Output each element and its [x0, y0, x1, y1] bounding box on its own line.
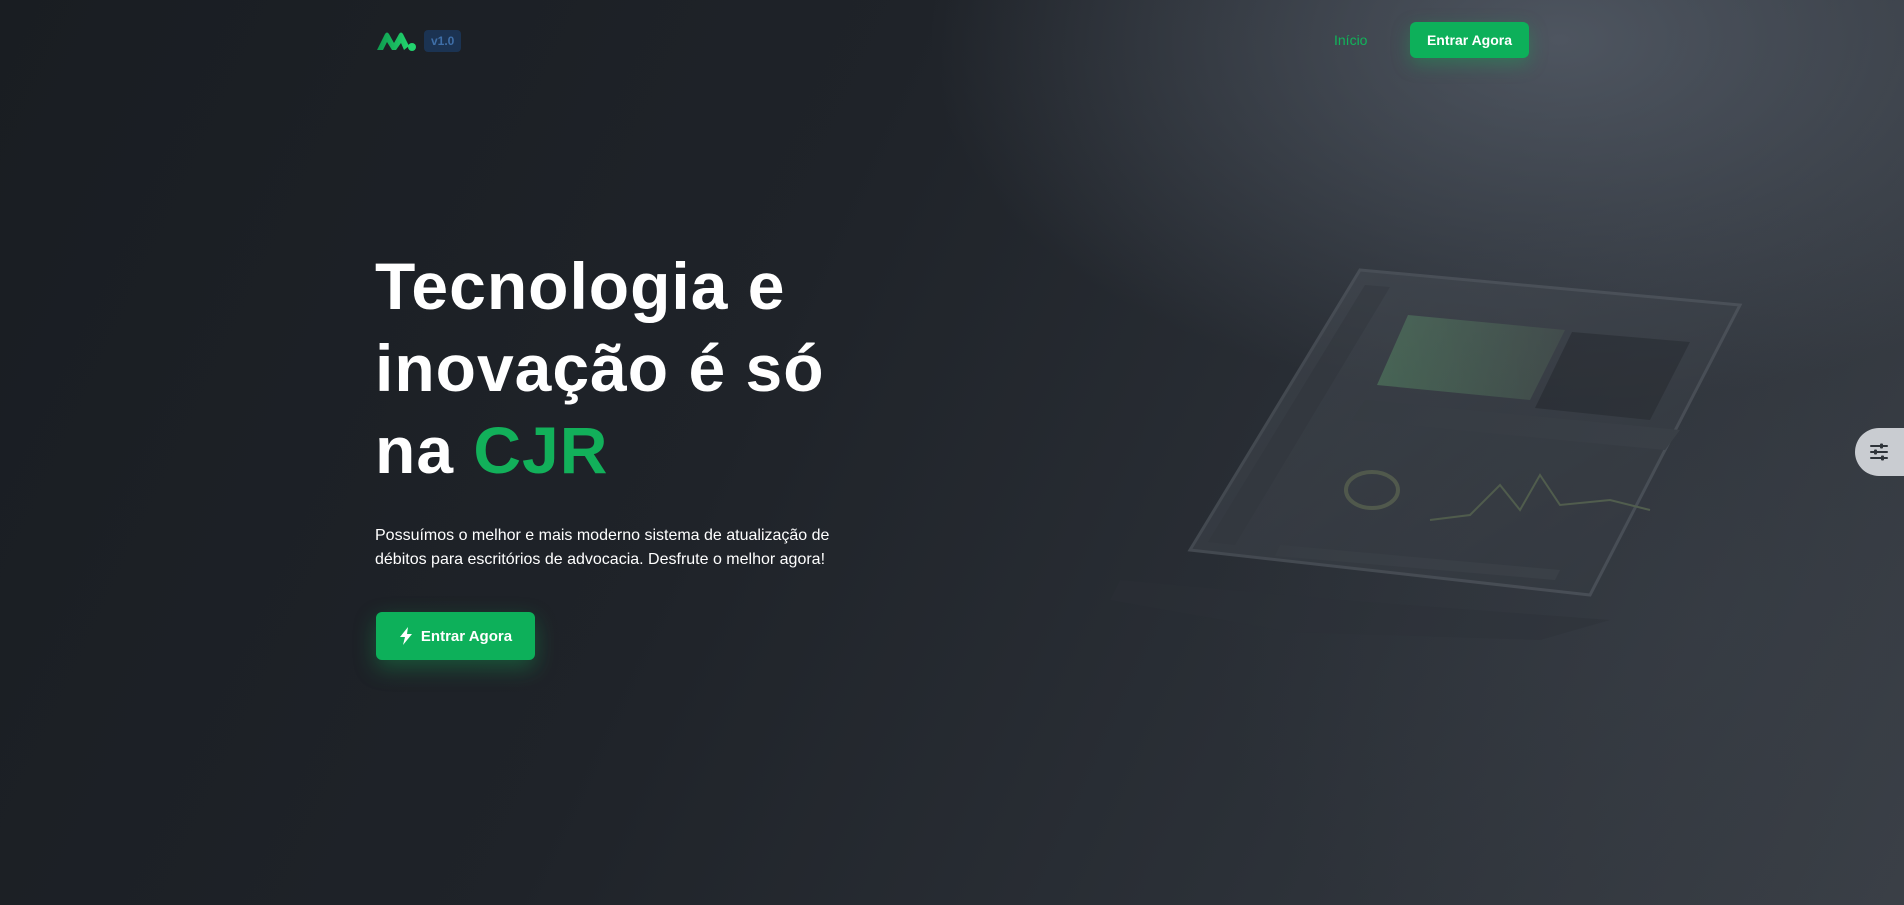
hero-description: Possuímos o melhor e mais moderno sistem…	[375, 527, 830, 568]
m-logo-icon[interactable]	[375, 28, 417, 52]
hero-title: Tecnologia e inovação é só na CJR	[375, 245, 935, 491]
hero-login-button-label: Entrar Agora	[420, 627, 513, 645]
hero-title-line2: inovação é só	[375, 331, 825, 405]
version-badge: v1.0	[424, 30, 462, 52]
hero-title-line3: na	[375, 413, 474, 487]
dashboard-mockup-illustration	[1110, 268, 1743, 640]
settings-toggle-button[interactable]	[1855, 428, 1904, 476]
header-login-button[interactable]: Entrar Agora	[1410, 22, 1529, 58]
bolt-icon	[399, 627, 412, 645]
nav-link-inicio[interactable]: Início	[1334, 31, 1367, 49]
hero-title-line1: Tecnologia e	[375, 249, 786, 323]
hero-login-button[interactable]: Entrar Agora	[376, 612, 535, 660]
sliders-icon	[1870, 443, 1888, 461]
top-navbar: v1.0 Início Entrar Agora	[0, 0, 1904, 80]
hero-title-accent: CJR	[473, 413, 609, 487]
